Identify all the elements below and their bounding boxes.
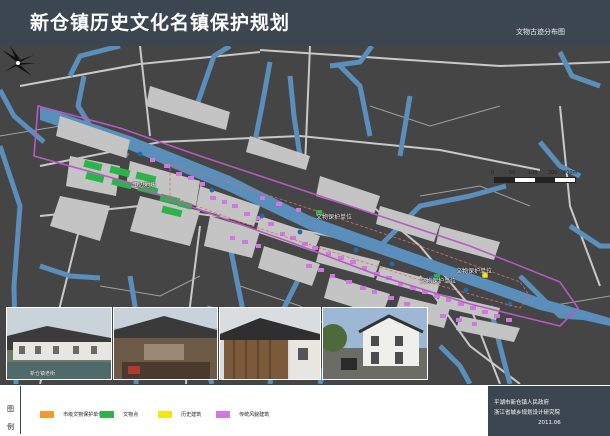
scale-tick: 200 (548, 170, 558, 176)
legend-heading: 图 例 (0, 386, 20, 434)
legend-item-historic-building: 历史建筑 (158, 404, 201, 418)
scale-tick: 100 (528, 170, 538, 176)
north-arrow-icon (2, 46, 36, 76)
scale-tick: 0 (491, 170, 495, 176)
legend-swatch (40, 411, 54, 418)
photo-wooden-house (219, 307, 321, 380)
photo-caption: 新仓镇老街 (30, 371, 56, 377)
scale-tick: 400m (563, 170, 578, 176)
credit-line: 浙江省城乡规划设计研究院 (494, 410, 561, 416)
legend-label: 传统风貌建筑 (239, 412, 270, 418)
legend-swatch (100, 411, 114, 418)
map-label-riverside: 江边地块 (132, 182, 157, 189)
photo-old-street (6, 307, 112, 380)
legend-heading-char: 图 (7, 405, 14, 413)
legend-divider (20, 386, 21, 434)
legend-swatch (158, 411, 172, 418)
legend-item-heritage-point: 文物点 (100, 404, 138, 418)
scale-bar (494, 177, 576, 183)
legend-label: 市级文物保护单位 (63, 412, 104, 418)
photo-courtyard (113, 307, 218, 380)
page-title: 新仓镇历史文化名镇保护规划 (30, 12, 291, 34)
map-sheet: 新仓镇历史文化名镇保护规划 文物古迹分布图 江边地块 文物保护单位 文物保护单位… (0, 0, 610, 436)
legend-label: 文物点 (123, 412, 139, 418)
legend-label: 历史建筑 (181, 412, 202, 418)
credit-line: 2011.06 (538, 420, 561, 426)
scale-tick: 50 (509, 170, 516, 176)
map-subtitle: 文物古迹分布图 (516, 28, 565, 36)
legend-item-city-heritage: 市级文物保护单位 (40, 404, 103, 418)
map-label-heritage-1: 文物保护单位 (316, 214, 353, 221)
photo-white-house (322, 307, 428, 380)
map-label-heritage-2: 文物保护单位 (456, 268, 493, 275)
map-label-heritage-3: 文物保护单位 (420, 278, 457, 285)
credit-line: 平湖市新仓镇人民政府 (494, 400, 550, 406)
legend-swatch (216, 411, 230, 418)
legend-item-traditional-building: 传统风貌建筑 (216, 404, 269, 418)
legend-heading-char: 例 (7, 423, 14, 431)
